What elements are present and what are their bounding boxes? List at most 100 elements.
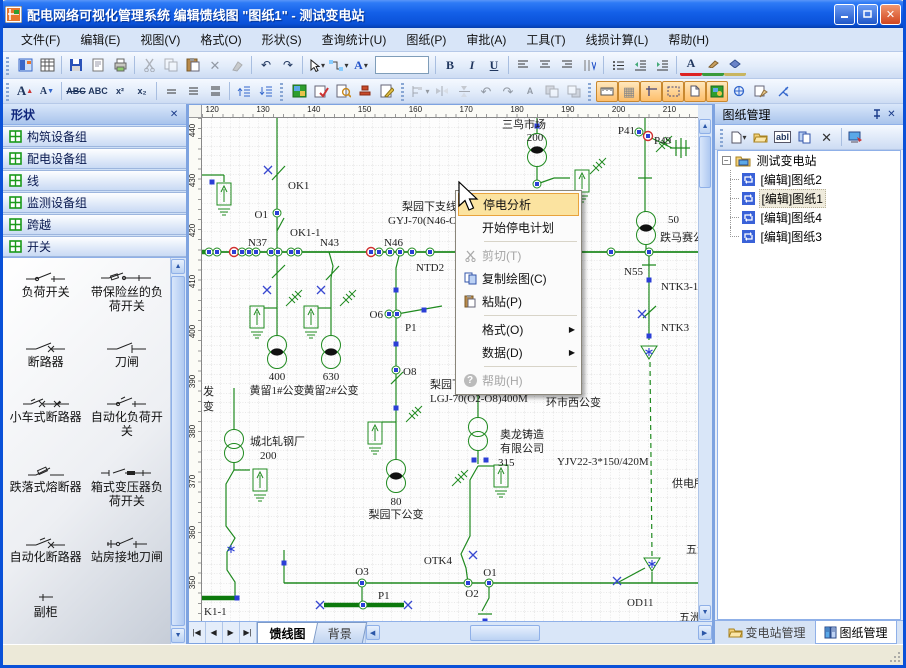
menu-shape[interactable]: 形状(S) [252, 28, 312, 51]
connector-points-button[interactable] [772, 81, 794, 102]
pin-icon[interactable] [869, 107, 884, 122]
title-bar[interactable]: 配电网络可视化管理系统 编辑馈线图 "图纸1" - 测试变电站 ✕ [0, 0, 906, 28]
rotate-left-button[interactable]: ↶ [475, 81, 497, 102]
canvas-horizontal-scrollbar[interactable]: ◀ ▶ [365, 622, 712, 643]
vertical-text-button[interactable] [578, 55, 600, 76]
shape-group-crossing[interactable]: 跨越 [3, 214, 186, 235]
menu-item-paste[interactable]: 粘贴(P) [458, 290, 579, 313]
sync-button[interactable] [845, 127, 867, 148]
copy-drawing-button[interactable] [794, 127, 816, 148]
shape-group-switches[interactable]: 开关 [3, 236, 186, 257]
open-drawing-button[interactable] [750, 127, 772, 148]
flip-horizontal-button[interactable] [431, 81, 453, 102]
shape-fused-load-switch[interactable]: 带保险丝的负荷开关 [86, 270, 167, 314]
shape-trolley-breaker[interactable]: 小车式断路器 [5, 395, 86, 439]
scroll-down-icon[interactable]: ▼ [171, 628, 185, 643]
menu-item-format[interactable]: 格式(O) ▶ [458, 318, 579, 341]
tree-item-drawing3[interactable]: [编辑]图纸3 [718, 227, 900, 246]
tab-last-button[interactable]: ▶| [240, 622, 257, 643]
shape-box-transformer-switch[interactable]: 箱式变压器负荷开关 [86, 465, 167, 509]
scroll-down-icon[interactable]: ▼ [699, 605, 711, 620]
toggle-navigator-button[interactable] [706, 81, 728, 102]
shape-group-structures[interactable]: 构筑设备组 [3, 126, 186, 147]
feeder-diagram[interactable]: 三鸟市场200P41P49OK1O1OK1-1N37N43N46梨园下支线GYJ… [202, 118, 698, 621]
menu-item-data[interactable]: 数据(D) ▶ [458, 341, 579, 364]
shape-auto-load-switch[interactable]: 自动化负荷开关 [86, 395, 167, 439]
menu-item-copy-drawing[interactable]: 复制绘图(C) [458, 267, 579, 290]
align-left-button[interactable] [512, 55, 534, 76]
tab-prev-button[interactable]: ◀ [206, 622, 223, 643]
zoom-pan-button[interactable] [728, 81, 750, 102]
align-shapes-button[interactable]: ▾ [409, 81, 431, 102]
menu-line-loss[interactable]: 线损计算(L) [576, 28, 659, 51]
font-color-button[interactable]: A [680, 55, 702, 76]
delete-button[interactable]: ✕ [204, 55, 226, 76]
shape-aux-cabinet[interactable]: 副柜 [5, 590, 86, 620]
rename-button[interactable]: abl [772, 127, 794, 148]
edit-sheet-button[interactable] [376, 81, 398, 102]
tab-background[interactable]: 背景 [312, 622, 366, 643]
strikethrough-button[interactable]: ABC [65, 81, 87, 102]
line-spacing-1-button[interactable] [160, 81, 182, 102]
align-right-button[interactable] [556, 55, 578, 76]
drawings-panel-close-button[interactable]: ✕ [884, 107, 899, 122]
send-back-button[interactable] [563, 81, 585, 102]
scrollbar-thumb[interactable] [699, 136, 711, 188]
menu-approve[interactable]: 审批(A) [456, 28, 516, 51]
new-drawing-button[interactable]: ▾ [728, 127, 750, 148]
outdent-button[interactable] [629, 55, 651, 76]
tab-first-button[interactable]: |◀ [189, 622, 206, 643]
menu-query-stats[interactable]: 查询统计(U) [312, 28, 397, 51]
shape-group-monitoring[interactable]: 监测设备组 [3, 192, 186, 213]
save-button[interactable] [65, 55, 87, 76]
properties-button[interactable] [750, 81, 772, 102]
scroll-left-icon[interactable]: ◀ [366, 625, 380, 640]
bullets-button[interactable] [607, 55, 629, 76]
fill-color-button[interactable] [724, 55, 746, 76]
shapes-panel-close-button[interactable]: ✕ [167, 107, 182, 122]
menu-file[interactable]: 文件(F) [11, 28, 70, 51]
flip-vertical-button[interactable] [453, 81, 475, 102]
tree-item-drawing1-selected[interactable]: [编辑]图纸1 [718, 189, 900, 208]
text-rotate-button[interactable]: A [519, 81, 541, 102]
toolbar-grip[interactable] [279, 81, 286, 100]
superscript-button[interactable]: x² [109, 81, 131, 102]
tab-feeder-diagram[interactable]: 馈线图 [257, 622, 319, 643]
line-spacing-2-button[interactable] [204, 81, 226, 102]
canvas-vertical-scrollbar[interactable]: ▲ ▼ [698, 118, 712, 621]
redo-button[interactable]: ↷ [277, 55, 299, 76]
menu-item-help[interactable]: ? 帮助(H) [458, 369, 579, 392]
undo-button[interactable]: ↶ [255, 55, 277, 76]
tree-item-drawing4[interactable]: [编辑]图纸4 [718, 208, 900, 227]
toolbar-grip[interactable] [5, 55, 12, 76]
shape-station-earth-switch[interactable]: 站房接地刀闸 [86, 535, 167, 565]
format-painter-button[interactable] [226, 55, 248, 76]
table-button[interactable] [36, 55, 58, 76]
map-view-button[interactable] [288, 81, 310, 102]
tab-drawing-management[interactable]: 图纸管理 [815, 621, 897, 644]
approve-button[interactable] [310, 81, 332, 102]
menu-drawing[interactable]: 图纸(P) [396, 28, 456, 51]
tab-substation-management[interactable]: 变电站管理 [719, 621, 815, 644]
scroll-right-icon[interactable]: ▶ [698, 625, 712, 640]
cut-button[interactable] [138, 55, 160, 76]
bold-button[interactable]: B [439, 55, 461, 76]
delete-drawing-button[interactable]: ✕ [816, 127, 838, 148]
font-name-combo[interactable] [375, 56, 429, 74]
line-color-button[interactable] [702, 55, 724, 76]
drawing-canvas[interactable]: 三鸟市场200P41P49OK1O1OK1-1N37N43N46梨园下支线GYJ… [202, 118, 698, 621]
toggle-ruler-button[interactable] [596, 81, 618, 102]
abc-button[interactable]: ABC [87, 81, 109, 102]
toggle-selection-button[interactable] [662, 81, 684, 102]
toolbar-grip[interactable] [400, 81, 407, 100]
menu-format[interactable]: 格式(O) [190, 28, 251, 51]
menu-item-start-outage-plan[interactable]: 开始停电计划 [458, 216, 579, 239]
shapes-panel-toggle-button[interactable] [14, 55, 36, 76]
shape-knife-switch[interactable]: 刀闸 [86, 340, 167, 370]
space-above-button[interactable] [233, 81, 255, 102]
underline-button[interactable]: U [483, 55, 505, 76]
align-center-button[interactable] [534, 55, 556, 76]
paste-button[interactable] [182, 55, 204, 76]
indent-button[interactable] [651, 55, 673, 76]
menu-item-cut[interactable]: 剪切(T) [458, 244, 579, 267]
